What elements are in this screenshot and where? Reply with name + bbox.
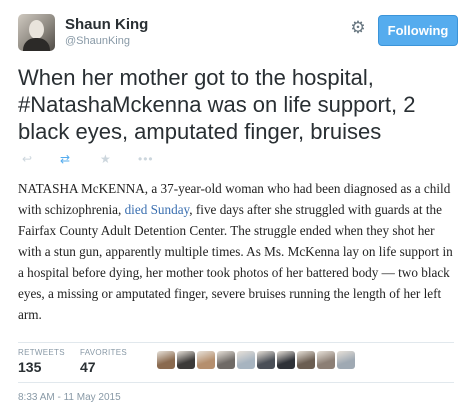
retweets-stat[interactable]: RETWEETS 135 <box>18 348 65 375</box>
favorites-count: 47 <box>80 359 96 375</box>
embedded-article-text: NATASHA McKENNA, a 37-year-old woman who… <box>18 178 458 325</box>
more-icon[interactable]: ••• <box>138 152 154 166</box>
article-link[interactable]: died Sunday <box>125 202 190 217</box>
gear-icon[interactable]: ⚙ <box>348 18 368 38</box>
favoriter-avatar[interactable] <box>177 351 195 369</box>
reply-icon[interactable]: ↩ <box>22 152 32 166</box>
favoriter-avatar[interactable] <box>337 351 355 369</box>
retweets-label: RETWEETS <box>18 348 65 357</box>
tweet-timestamp[interactable]: 8:33 AM - 11 May 2015 <box>18 392 121 403</box>
divider <box>18 342 454 343</box>
user-handle[interactable]: @ShaunKing <box>65 35 130 47</box>
tweet-header: Shaun King @ShaunKing ⚙ Following <box>18 14 458 54</box>
tweet-text-before: When her mother got to the hospital, <box>18 65 374 90</box>
divider <box>18 382 454 383</box>
favorites-label: FAVORITES <box>80 348 128 357</box>
favoriter-avatar[interactable] <box>297 351 315 369</box>
following-button[interactable]: Following <box>378 15 458 46</box>
avatar[interactable] <box>18 14 55 51</box>
favoriter-avatar[interactable] <box>277 351 295 369</box>
favorites-stat[interactable]: FAVORITES 47 <box>80 348 127 375</box>
user-name[interactable]: Shaun King <box>65 16 148 33</box>
retweet-icon[interactable]: ⇄ <box>60 152 70 166</box>
favoriter-avatar[interactable] <box>317 351 335 369</box>
star-icon[interactable]: ★ <box>100 152 111 166</box>
hashtag-link[interactable]: #NatashaMckenna <box>18 92 201 117</box>
retweets-count: 135 <box>18 359 42 375</box>
article-part-2: , five days after she struggled with gua… <box>18 202 453 322</box>
favoriter-avatar[interactable] <box>217 351 235 369</box>
favoriter-avatar[interactable] <box>257 351 275 369</box>
favoriter-avatar[interactable] <box>197 351 215 369</box>
favoriter-avatar[interactable] <box>157 351 175 369</box>
favoriter-avatar[interactable] <box>237 351 255 369</box>
avatar-face <box>29 20 44 39</box>
avatar-body <box>23 38 50 51</box>
tweet-text: When her mother got to the hospital, #Na… <box>18 64 458 145</box>
